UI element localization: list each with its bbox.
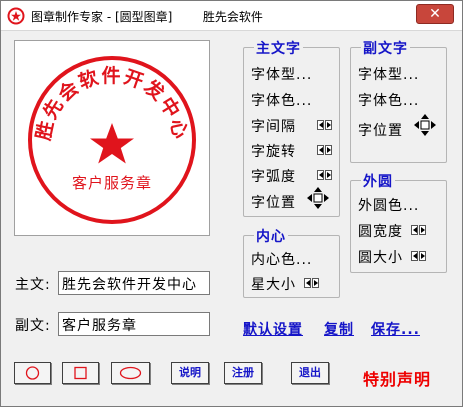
stamp-sub-text: 客户服务章 bbox=[72, 174, 152, 192]
ellipse-shape-icon bbox=[119, 366, 142, 380]
outer-circle-color-button[interactable]: 外圆色... bbox=[358, 195, 419, 215]
square-shape-icon bbox=[74, 366, 87, 380]
square-stamp-button[interactable] bbox=[62, 362, 99, 384]
main-text-label: 主文: bbox=[15, 277, 51, 293]
arrow-right-icon[interactable] bbox=[325, 170, 332, 180]
inner-group-title: 内心 bbox=[254, 226, 288, 246]
main-text-input[interactable]: 胜先会软件开发中心 bbox=[58, 271, 210, 295]
star-size-spinner[interactable] bbox=[304, 277, 320, 289]
stamp-preview: 胜先会软件开发中心 客户服务章 bbox=[14, 40, 210, 236]
copy-link[interactable]: 复制 bbox=[324, 319, 354, 339]
sub-font-color-button[interactable]: 字体色... bbox=[358, 90, 419, 110]
main-char-spacing-label: 字间隔 bbox=[251, 119, 296, 135]
close-button[interactable]: ✕ bbox=[416, 4, 454, 24]
circle-width-spinner[interactable] bbox=[411, 224, 427, 236]
circle-size-spinner[interactable] bbox=[411, 250, 427, 262]
sub-font-type-button[interactable]: 字体型... bbox=[358, 64, 419, 84]
outer-circle-group: 外圆 外圆色... 圆宽度 圆大小 bbox=[350, 171, 447, 273]
main-char-arc-spinner[interactable] bbox=[317, 169, 333, 181]
sub-text-label: 副文: bbox=[15, 318, 51, 334]
default-settings-link[interactable]: 默认设置 bbox=[243, 319, 303, 339]
star-size-label: 星大小 bbox=[251, 277, 296, 293]
main-char-spacing-spinner[interactable] bbox=[317, 119, 333, 131]
arrow-right-icon[interactable] bbox=[325, 145, 332, 155]
sub-text-input[interactable]: 客户服务章 bbox=[58, 312, 210, 336]
circle-stamp-button[interactable] bbox=[14, 362, 51, 384]
arrow-left-icon[interactable] bbox=[317, 170, 324, 180]
main-position-move-icon[interactable] bbox=[307, 187, 329, 209]
stamp-canvas: 胜先会软件开发中心 客户服务章 bbox=[28, 56, 196, 224]
main-text-group-title: 主文字 bbox=[254, 38, 303, 58]
inner-color-button[interactable]: 内心色... bbox=[251, 249, 312, 269]
close-icon: ✕ bbox=[429, 6, 441, 22]
sub-text-group: 副文字 字体型... 字体色... 字位置 bbox=[350, 38, 447, 163]
main-window: 图章制作专家 - [圆型图章] 胜先会软件 ✕ 胜先会软件开发中心 客户服务章 … bbox=[0, 0, 463, 407]
title-bar: 图章制作专家 - [圆型图章] 胜先会软件 ✕ bbox=[1, 1, 462, 31]
arrow-right-icon[interactable] bbox=[312, 278, 319, 288]
exit-button[interactable]: 退出 bbox=[291, 362, 329, 384]
arrow-right-icon[interactable] bbox=[419, 251, 426, 261]
main-font-type-button[interactable]: 字体型... bbox=[251, 64, 312, 84]
sub-text-group-title: 副文字 bbox=[361, 38, 410, 58]
sub-position-move-icon[interactable] bbox=[414, 114, 436, 136]
sub-char-position-label: 字位置 bbox=[358, 123, 403, 139]
stamp-star-icon bbox=[90, 123, 134, 164]
window-title: 图章制作专家 - [圆型图章] 胜先会软件 bbox=[31, 10, 263, 24]
main-char-position-label: 字位置 bbox=[251, 195, 296, 211]
register-button[interactable]: 注册 bbox=[224, 362, 262, 384]
main-text-group: 主文字 字体型... 字体色... 字间隔 字旋转 字弧度 字位置 bbox=[243, 38, 340, 217]
arrow-right-icon[interactable] bbox=[419, 225, 426, 235]
arrow-left-icon[interactable] bbox=[317, 120, 324, 130]
main-char-rotation-spinner[interactable] bbox=[317, 144, 333, 156]
inner-group: 内心 内心色... 星大小 bbox=[243, 226, 340, 298]
arrow-left-icon[interactable] bbox=[304, 278, 311, 288]
main-font-color-button[interactable]: 字体色... bbox=[251, 90, 312, 110]
outer-circle-group-title: 外圆 bbox=[361, 171, 395, 191]
circle-size-label: 圆大小 bbox=[358, 250, 403, 266]
help-button[interactable]: 说明 bbox=[171, 362, 209, 384]
main-char-arc-label: 字弧度 bbox=[251, 169, 296, 185]
arrow-left-icon[interactable] bbox=[411, 251, 418, 261]
arrow-left-icon[interactable] bbox=[317, 145, 324, 155]
ellipse-stamp-button[interactable] bbox=[111, 362, 150, 384]
circle-shape-icon bbox=[25, 366, 40, 380]
arrow-left-icon[interactable] bbox=[411, 225, 418, 235]
circle-width-label: 圆宽度 bbox=[358, 224, 403, 240]
save-link[interactable]: 保存... bbox=[371, 319, 420, 339]
app-stamp-icon bbox=[7, 7, 25, 25]
arrow-right-icon[interactable] bbox=[325, 120, 332, 130]
main-char-rotation-label: 字旋转 bbox=[251, 144, 296, 160]
special-statement-link[interactable]: 特别声明 bbox=[363, 366, 431, 390]
